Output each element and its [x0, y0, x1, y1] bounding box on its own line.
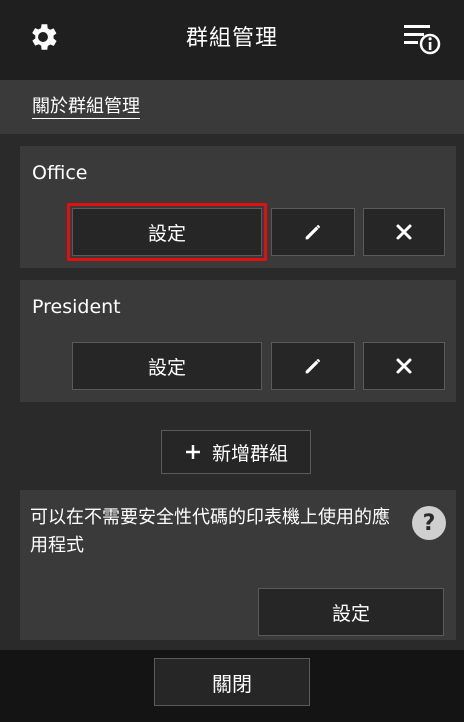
add-group-button[interactable]: 新增群組 — [161, 430, 311, 474]
edit-group-button[interactable] — [271, 208, 355, 256]
close-icon — [396, 224, 412, 240]
pencil-icon — [305, 359, 320, 374]
group-settings-button[interactable]: 設定 — [72, 342, 262, 390]
group-settings-button[interactable]: 設定 — [67, 203, 267, 261]
edit-group-button[interactable] — [271, 342, 355, 390]
pencil-icon — [305, 225, 320, 240]
about-group-management-link[interactable]: 關於群組管理 — [32, 92, 140, 118]
delete-group-button[interactable] — [363, 342, 445, 390]
add-group-row: 新增群組 — [0, 414, 464, 490]
apps-description: 可以在不需要安全性代碼的印表機上使用的應用程式 — [30, 507, 390, 556]
group-card-president: President 設定 — [20, 280, 456, 402]
delete-group-button[interactable] — [363, 208, 445, 256]
add-group-label: 新增群組 — [211, 442, 288, 465]
group-name: President — [32, 296, 121, 318]
apps-without-security-code-section: 可以在不需要安全性代碼的印表機上使用的應用程式 ? 設定 — [20, 490, 456, 640]
about-row: 關於群組管理 — [0, 80, 464, 134]
group-name: Office — [32, 162, 88, 184]
header-bar: 群組管理 — [0, 0, 464, 80]
plus-icon — [185, 445, 200, 459]
close-button[interactable]: 關閉 — [154, 658, 310, 706]
info-list-icon[interactable] — [402, 20, 442, 58]
apps-settings-button[interactable]: 設定 — [258, 588, 444, 636]
page-title: 群組管理 — [185, 26, 278, 51]
footer-bar: 關閉 — [0, 650, 464, 722]
question-icon[interactable]: ? — [412, 506, 446, 540]
group-card-office: Office 設定 — [20, 146, 456, 268]
group-management-screen: 群組管理 關於群組管理 Office 設定 President 設定 新增群組 … — [0, 0, 464, 722]
close-icon — [396, 358, 412, 374]
